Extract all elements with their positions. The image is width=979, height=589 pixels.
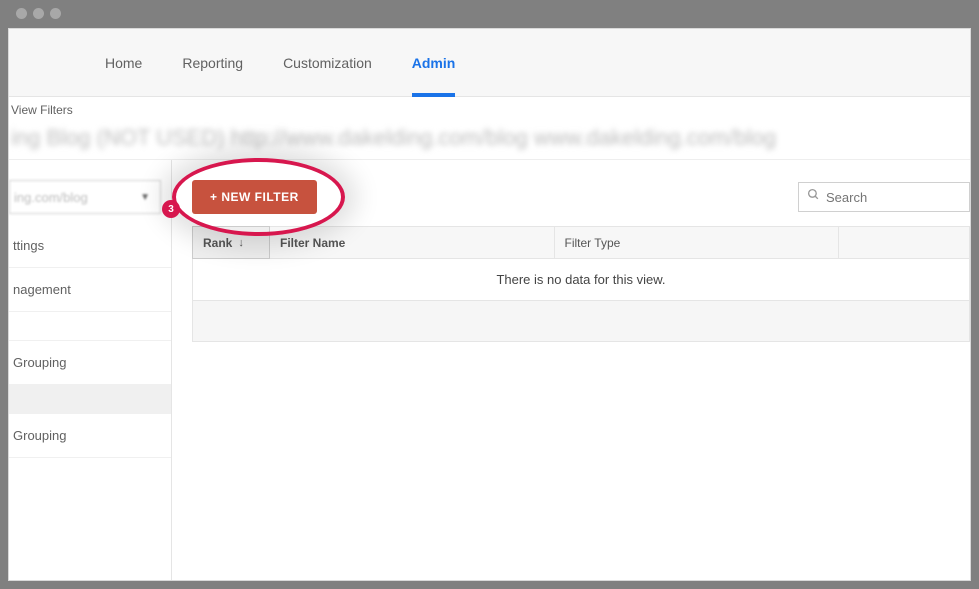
top-nav: Home Reporting Customization Admin xyxy=(9,29,970,97)
search-box[interactable] xyxy=(798,182,970,212)
empty-message: There is no data for this view. xyxy=(496,272,665,287)
window-dot xyxy=(50,8,61,19)
sidebar-item-management[interactable]: nagement xyxy=(9,268,171,312)
filters-table: Rank ↓ Filter Name Filter Type There is … xyxy=(192,226,970,342)
col-name-label: Filter Name xyxy=(280,236,345,250)
tutorial-step-badge: 3 xyxy=(162,200,180,218)
window-dot xyxy=(16,8,27,19)
table-header: Rank ↓ Filter Name Filter Type xyxy=(193,227,969,259)
col-actions xyxy=(839,227,969,258)
col-filter-name[interactable]: Filter Name xyxy=(270,227,555,258)
sidebar-item[interactable] xyxy=(9,312,171,341)
nav-customization[interactable]: Customization xyxy=(283,30,372,96)
col-filter-type[interactable]: Filter Type xyxy=(555,227,840,258)
search-input[interactable] xyxy=(826,190,961,205)
sidebar-item-filters[interactable] xyxy=(9,385,171,414)
col-rank-label: Rank xyxy=(203,236,232,250)
view-selector-dropdown[interactable]: ing.com/blog ▼ xyxy=(9,180,161,214)
sidebar: ing.com/blog ▼ ttings nagement Grouping … xyxy=(9,160,172,581)
app-window: Home Reporting Customization Admin View … xyxy=(8,28,971,581)
table-footer xyxy=(193,301,969,341)
window-traffic-lights xyxy=(16,8,61,19)
view-filters-label: View Filters xyxy=(9,103,970,117)
property-title-blurred: ing Blog (NOT USED) http://www.dakelding… xyxy=(9,125,970,151)
col-type-label: Filter Type xyxy=(565,236,621,250)
sidebar-item-settings[interactable]: ttings xyxy=(9,224,171,268)
nav-home[interactable]: Home xyxy=(105,30,142,96)
chevron-down-icon: ▼ xyxy=(140,192,150,203)
window-dot xyxy=(33,8,44,19)
nav-reporting[interactable]: Reporting xyxy=(182,30,243,96)
view-selector-label: ing.com/blog xyxy=(14,190,88,205)
toolbar: 3 + NEW FILTER xyxy=(192,180,970,214)
main-panel: 3 + NEW FILTER Rank ↓ xyxy=(172,160,970,581)
search-icon xyxy=(807,188,820,206)
nav-admin[interactable]: Admin xyxy=(412,30,456,96)
sort-arrow-icon: ↓ xyxy=(238,237,244,249)
sidebar-item-grouping[interactable]: Grouping xyxy=(9,341,171,385)
subheader: View Filters ing Blog (NOT USED) http://… xyxy=(9,97,970,160)
col-rank[interactable]: Rank ↓ xyxy=(192,226,270,259)
table-body-empty: There is no data for this view. xyxy=(193,259,969,301)
new-filter-button[interactable]: + NEW FILTER xyxy=(192,180,317,214)
sidebar-item-grouping-2[interactable]: Grouping xyxy=(9,414,171,458)
